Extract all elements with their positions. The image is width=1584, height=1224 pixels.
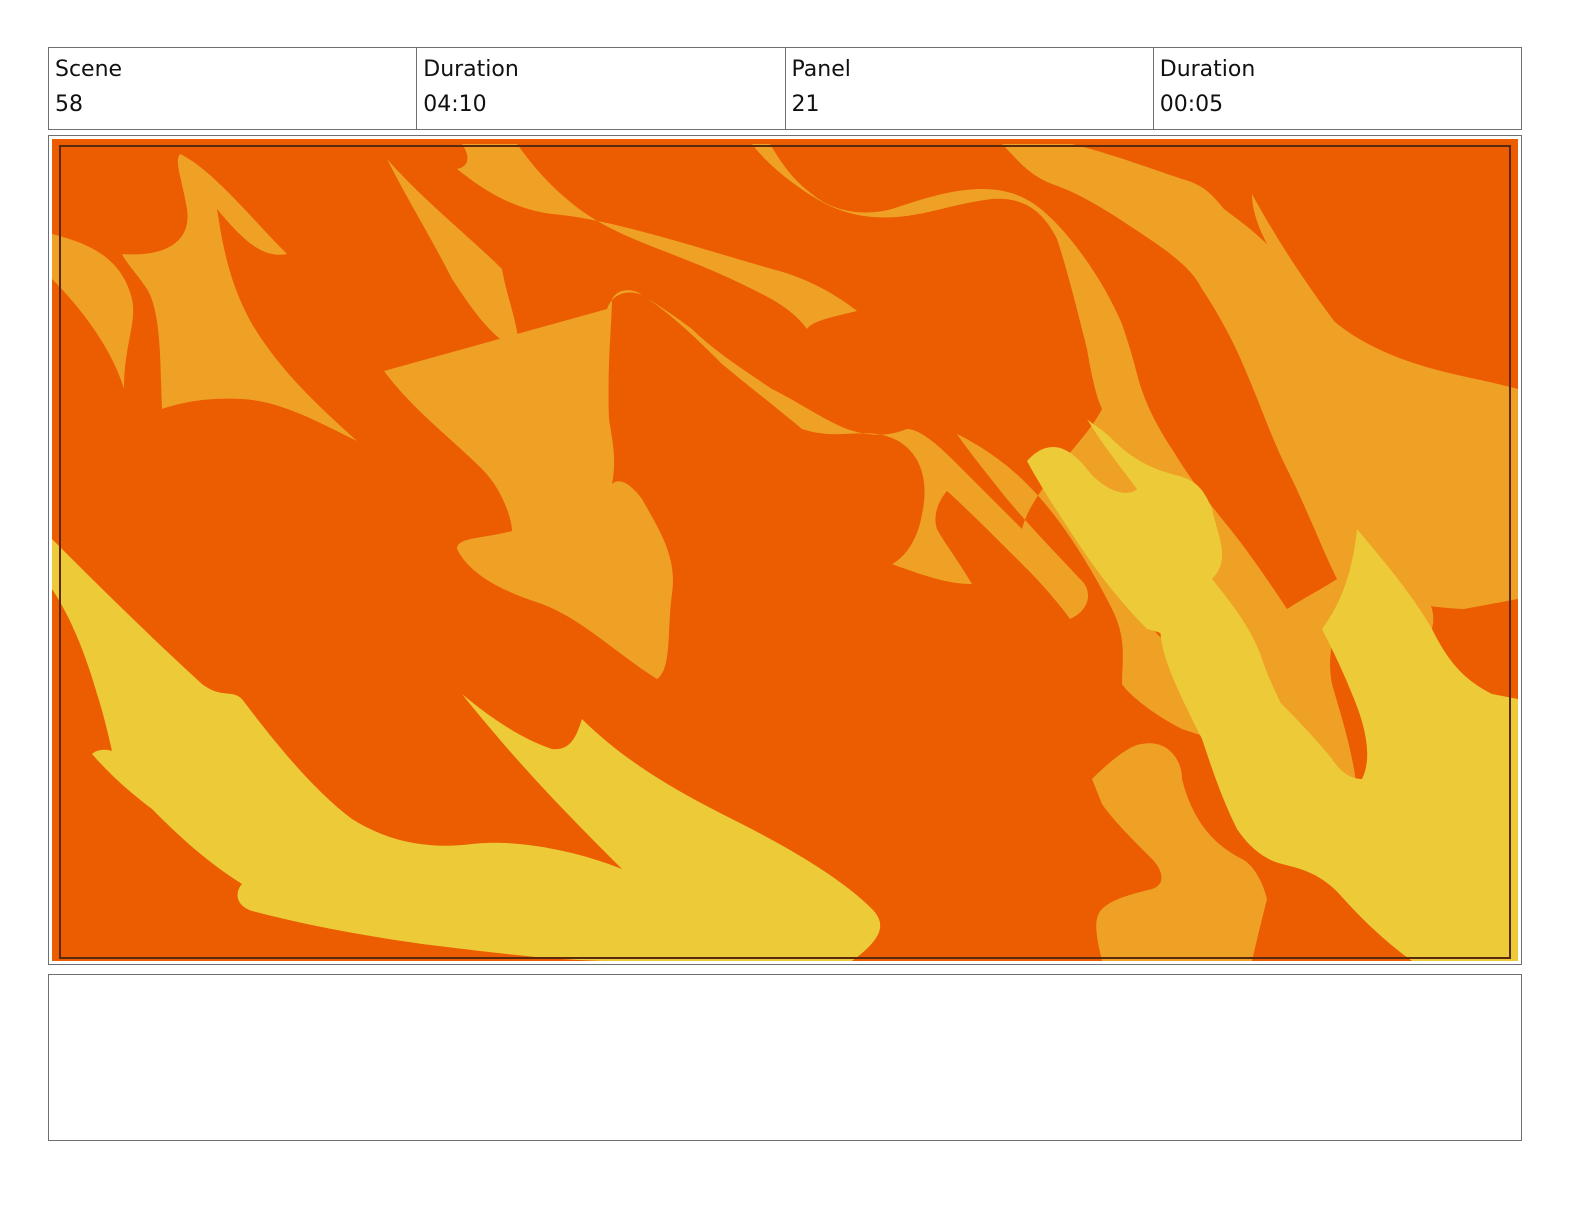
panel-duration-label: Duration: [1159, 57, 1256, 82]
panel-notes-box[interactable]: [48, 974, 1522, 1141]
storyboard-header: Scene 58 Duration 04:10 Panel 21 Duratio…: [48, 47, 1522, 130]
scene-cell: Scene 58: [49, 48, 418, 129]
storyboard-panel: [48, 135, 1522, 965]
panel-cell: Panel 21: [786, 48, 1154, 129]
scene-label: Scene: [55, 57, 123, 82]
panel-notes-text: [49, 975, 1521, 995]
scene-duration-cell: Duration 04:10: [417, 48, 786, 129]
scene-number: 58: [55, 92, 83, 117]
panel-label: Panel: [791, 57, 851, 82]
panel-duration-value: 00:05: [1159, 92, 1224, 117]
scene-duration-value: 04:10: [423, 92, 487, 117]
panel-number: 21: [791, 92, 820, 117]
flames-artwork: [52, 139, 1518, 961]
panel-duration-cell: Duration 00:05: [1154, 48, 1521, 129]
scene-duration-label: Duration: [423, 57, 519, 82]
